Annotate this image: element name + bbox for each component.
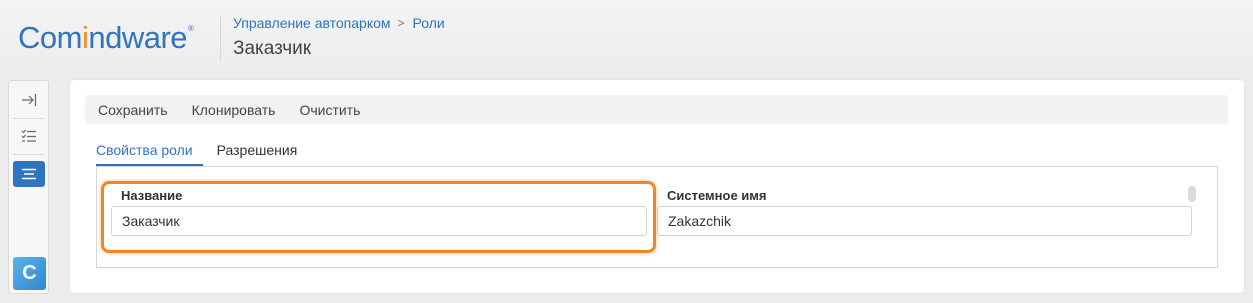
breadcrumb-item-fleet[interactable]: Управление автопарком: [233, 15, 391, 31]
save-button[interactable]: Сохранить: [98, 102, 168, 118]
tab-bar: Свойства роли Разрешения: [96, 140, 311, 166]
logo-registered-mark: ®: [188, 24, 194, 33]
sidenav-divider: [13, 154, 45, 155]
name-field[interactable]: Заказчик: [111, 206, 647, 236]
scrollbar-thumb[interactable]: [1188, 186, 1196, 202]
sidenav-divider: [13, 118, 45, 119]
breadcrumb-separator-icon: >: [397, 16, 405, 30]
tab-permissions[interactable]: Разрешения: [217, 140, 298, 166]
tab-role-properties[interactable]: Свойства роли: [96, 140, 203, 166]
system-name-field[interactable]: Zakazchik: [657, 206, 1192, 236]
role-card: Сохранить Клонировать Очистить Свойства …: [70, 80, 1244, 293]
clear-button[interactable]: Очистить: [299, 102, 360, 118]
system-name-field-label: Системное имя: [667, 188, 767, 203]
task-list-icon[interactable]: [13, 123, 45, 149]
name-field-label: Название: [121, 188, 183, 203]
comindware-logo[interactable]: Comindware®: [18, 20, 194, 56]
page-title: Заказчик: [233, 38, 312, 59]
side-navigation: C: [8, 80, 49, 294]
app-badge[interactable]: C: [13, 257, 46, 290]
header-divider: [220, 16, 221, 61]
clone-button[interactable]: Клонировать: [192, 102, 276, 118]
collapse-sidebar-icon[interactable]: [13, 87, 45, 113]
toolbar: Сохранить Клонировать Очистить: [85, 95, 1228, 124]
top-bar: Comindware® Управление автопарком > Роли…: [0, 0, 1253, 78]
breadcrumb: Управление автопарком > Роли: [233, 15, 445, 31]
logo-text-part3: ndware: [88, 20, 188, 55]
menu-icon[interactable]: [13, 161, 45, 187]
breadcrumb-item-roles[interactable]: Роли: [413, 15, 445, 31]
logo-text-part1: Com: [18, 20, 82, 55]
